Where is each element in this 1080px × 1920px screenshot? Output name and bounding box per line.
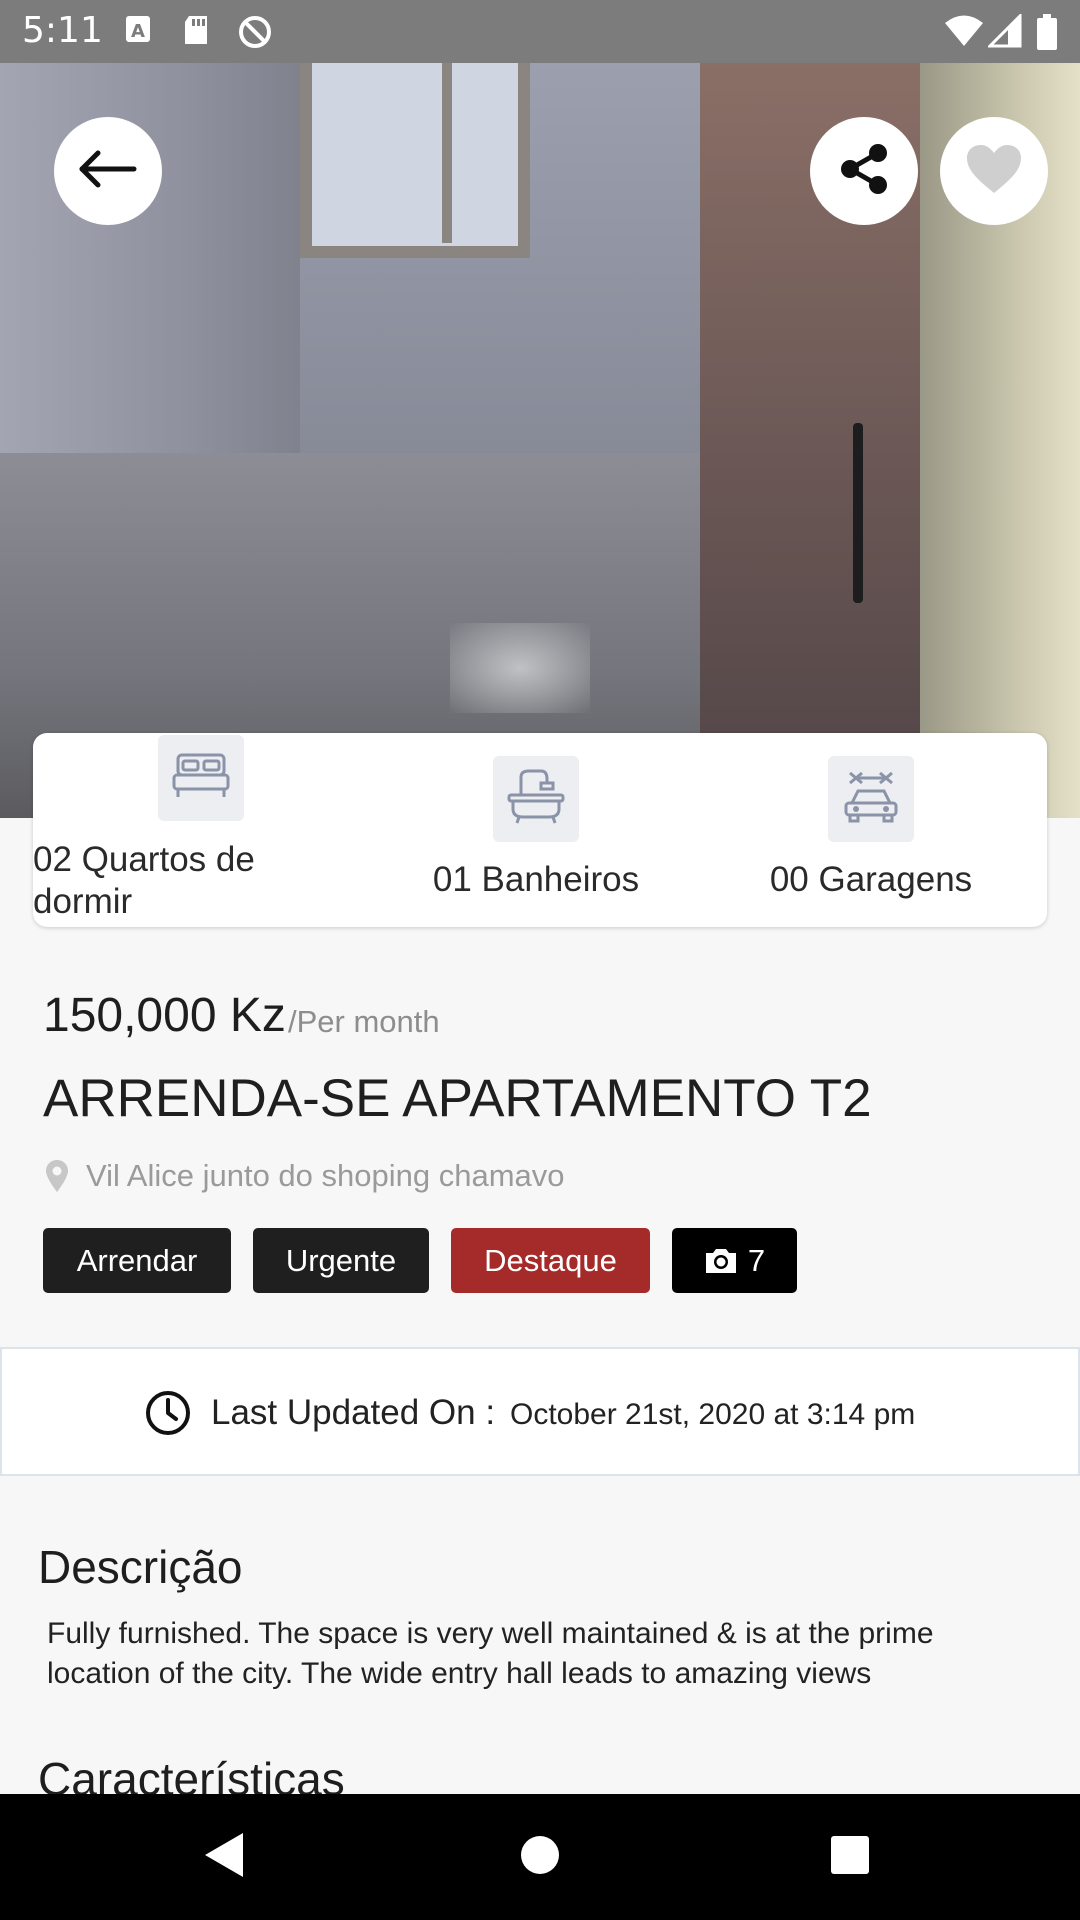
bathtub-icon: [507, 769, 565, 830]
description-title: Descrição: [38, 1541, 243, 1593]
tag-arrendar[interactable]: Arrendar: [43, 1228, 231, 1293]
wifi-icon: [944, 14, 984, 53]
system-nav-bar: [0, 1794, 1080, 1920]
feature-bathrooms-icon-box: [493, 756, 579, 842]
bed-icon: [172, 753, 230, 804]
feature-bathrooms-label: 01 Banheiros: [432, 860, 640, 899]
location-pin-icon: [44, 1159, 70, 1198]
photo-count-button[interactable]: 7: [672, 1228, 797, 1293]
arrow-left-icon: [78, 149, 138, 194]
feature-bedrooms-label: 02 Quartos de dormir: [33, 840, 255, 921]
battery-icon: [1036, 14, 1058, 55]
description-line-1: Fully furnished. The space is very well …: [47, 1617, 934, 1650]
circle-slash-icon: [237, 14, 273, 55]
feature-bedrooms-icon-box: [158, 735, 244, 821]
favorite-button[interactable]: [940, 117, 1048, 225]
back-triangle-icon: [203, 1831, 247, 1884]
share-button[interactable]: [810, 117, 918, 225]
camera-icon: [704, 1247, 738, 1275]
heart-icon: [965, 143, 1023, 200]
last-updated-box: Last Updated On : October 21st, 2020 at …: [0, 1347, 1080, 1476]
last-updated-label: Last Updated On :: [211, 1393, 496, 1432]
status-time: 5:11: [22, 10, 103, 51]
feature-garages-label: 00 Garagens: [769, 860, 973, 899]
description-text: Fully furnished. The space is very well …: [47, 1614, 1047, 1694]
description-line-2: location of the city. The wide entry hal…: [47, 1657, 872, 1690]
clock-icon: [145, 1390, 191, 1441]
tag-destaque[interactable]: Destaque: [451, 1228, 650, 1293]
listing-location: Vil Alice junto do shoping chamavo: [86, 1158, 565, 1193]
nav-back-button[interactable]: [155, 1794, 295, 1920]
sd-card-icon: [183, 14, 211, 51]
listing-title: ARRENDA-SE APARTAMENTO T2: [43, 1069, 872, 1128]
listing-price-unit: /Per month: [288, 1004, 440, 1039]
last-updated-value: October 21st, 2020 at 3:14 pm: [510, 1398, 916, 1431]
garage-car-icon: [842, 769, 900, 830]
tag-arrendar-label: Arrendar: [76, 1242, 198, 1278]
recents-square-icon: [829, 1834, 871, 1881]
photo-count: 7: [747, 1242, 766, 1278]
back-button[interactable]: [54, 117, 162, 225]
property-photo[interactable]: [0, 63, 1080, 818]
home-circle-icon: [518, 1833, 562, 1882]
listing-price: 150,000 Kz: [43, 989, 286, 1042]
tag-destaque-label: Destaque: [484, 1242, 617, 1278]
share-icon: [836, 141, 892, 202]
features-card: 02 Quartos de dormir 01 Banheiros 00 Gar…: [33, 733, 1047, 927]
a-icon: A: [125, 14, 151, 49]
signal-icon: [986, 12, 1022, 53]
tag-urgente-label: Urgente: [285, 1242, 397, 1278]
svg-text:A: A: [131, 21, 145, 42]
nav-recents-button[interactable]: [780, 1794, 920, 1920]
feature-garages-icon-box: [828, 756, 914, 842]
status-bar: 5:11 A: [0, 0, 1080, 63]
tag-urgente[interactable]: Urgente: [253, 1228, 429, 1293]
nav-home-button[interactable]: [470, 1794, 610, 1920]
